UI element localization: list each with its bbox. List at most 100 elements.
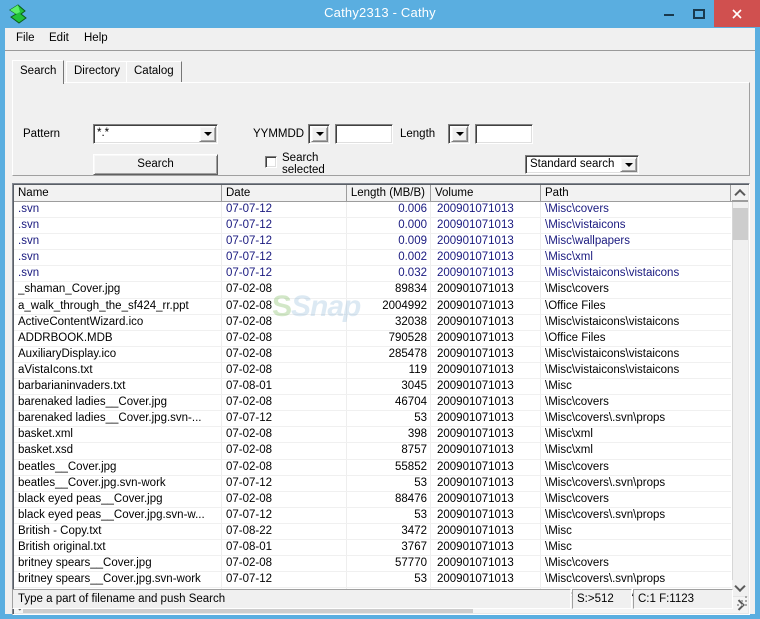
list-rows-container[interactable]: .svn07-07-120.006200901071013\Misc\cover… <box>14 202 731 598</box>
cell-path: \Office Files <box>545 300 731 312</box>
cell-length: 8757 <box>349 444 427 456</box>
column-header-volume[interactable]: Volume <box>431 185 541 201</box>
tab-search[interactable]: Search <box>12 60 64 84</box>
chevron-down-icon[interactable] <box>451 126 468 142</box>
close-button[interactable] <box>714 0 760 27</box>
tab-catalog[interactable]: Catalog <box>126 61 182 82</box>
table-row[interactable]: barenaked ladies__Cover.jpg07-02-0846704… <box>14 395 731 411</box>
table-row[interactable]: basket.xml07-02-08398200901071013\Misc\x… <box>14 427 731 443</box>
column-header-date[interactable]: Date <box>222 185 347 201</box>
table-row[interactable]: beatles__Cover.jpg07-02-0855852200901071… <box>14 460 731 476</box>
cell-length: 57770 <box>349 557 427 569</box>
cell-volume: 200901071013 <box>437 348 537 360</box>
window-client-area: File Edit Help Search Directory Catalog … <box>5 28 755 614</box>
table-row[interactable]: .svn07-07-120.000200901071013\Misc\vista… <box>14 218 731 234</box>
cell-length: 53 <box>349 509 427 521</box>
cell-path: \Misc\covers\.svn\props <box>545 477 731 489</box>
table-row[interactable]: barbarianinvaders.txt07-08-0130452009010… <box>14 379 731 395</box>
window-title: Cathy2313 - Cathy <box>0 5 760 20</box>
cell-volume: 200901071013 <box>437 557 537 569</box>
date-value-input[interactable] <box>335 124 393 144</box>
table-row[interactable]: British - Copy.txt07-08-2234722009010710… <box>14 524 731 540</box>
table-row[interactable]: ADDRBOOK.MDB07-02-08790528200901071013\O… <box>14 331 731 347</box>
cell-name: black eyed peas__Cover.jpg.svn-w... <box>18 509 214 521</box>
cell-volume: 200901071013 <box>437 525 537 537</box>
cell-volume: 200901071013 <box>437 541 537 553</box>
cell-path: \Misc\vistaicons\vistaicons <box>545 267 731 279</box>
cell-length: 3472 <box>349 525 427 537</box>
status-message: Type a part of filename and push Search <box>12 589 571 609</box>
cell-name: barbarianinvaders.txt <box>18 380 214 392</box>
resize-grip-icon[interactable] <box>734 589 750 609</box>
cathy-application-window: Cathy2313 - Cathy File Edit Help Search … <box>0 0 760 619</box>
chevron-down-icon[interactable] <box>199 126 216 142</box>
cell-name: .svn <box>18 203 214 215</box>
table-row[interactable]: black eyed peas__Cover.jpg.svn-w...07-07… <box>14 508 731 524</box>
vertical-scrollbar[interactable] <box>732 202 748 598</box>
cell-path: \Misc\covers <box>545 461 731 473</box>
length-value-input[interactable] <box>475 124 533 144</box>
table-row[interactable]: British original.txt07-08-01376720090107… <box>14 540 731 556</box>
cell-name: .svn <box>18 267 214 279</box>
cell-date: 07-02-08 <box>226 461 306 473</box>
table-row[interactable]: .svn07-07-120.002200901071013\Misc\xml <box>14 250 731 266</box>
cell-length: 53 <box>349 412 427 424</box>
status-counts: C:1 F:1123 <box>633 589 733 609</box>
cell-path: \Misc\vistaicons <box>545 219 731 231</box>
cell-length: 2004992 <box>349 300 427 312</box>
cell-name: barenaked ladies__Cover.jpg <box>18 396 214 408</box>
cell-date: 07-02-08 <box>226 444 306 456</box>
cell-length: 119 <box>349 364 427 376</box>
table-row[interactable]: a_walk_through_the_sf424_rr.ppt07-02-082… <box>14 299 731 315</box>
chevron-down-icon[interactable] <box>620 157 637 172</box>
cell-date: 07-07-12 <box>226 235 306 247</box>
chevron-down-icon[interactable] <box>311 126 328 142</box>
table-row[interactable]: .svn07-07-120.032200901071013\Misc\vista… <box>14 266 731 282</box>
cell-volume: 200901071013 <box>437 444 537 456</box>
vertical-scrollbar-thumb[interactable] <box>733 208 748 240</box>
table-row[interactable]: basket.xsd07-02-088757200901071013\Misc\… <box>14 443 731 459</box>
menu-item-file[interactable]: File <box>16 32 35 44</box>
cell-name: beatles__Cover.jpg.svn-work <box>18 477 214 489</box>
minimize-button[interactable] <box>654 0 684 27</box>
cell-volume: 200901071013 <box>437 509 537 521</box>
column-header-name[interactable]: Name <box>14 185 222 201</box>
menu-item-help[interactable]: Help <box>84 32 108 44</box>
search-selected-checkbox[interactable] <box>265 156 277 168</box>
status-selection: S:>512 <box>572 589 632 609</box>
table-row[interactable]: britney spears__Cover.jpg.svn-work07-07-… <box>14 572 731 588</box>
table-row[interactable]: aVistaIcons.txt07-02-08119200901071013\M… <box>14 363 731 379</box>
cell-date: 07-02-08 <box>226 332 306 344</box>
table-row[interactable]: barenaked ladies__Cover.jpg.svn-...07-07… <box>14 411 731 427</box>
maximize-button[interactable] <box>684 0 714 27</box>
column-header-path[interactable]: Path <box>541 185 731 201</box>
cell-name: _shaman_Cover.jpg <box>18 283 214 295</box>
column-header-length[interactable]: Length (MB/B) <box>347 185 431 201</box>
pattern-label: Pattern <box>23 128 60 140</box>
cell-name: britney spears__Cover.jpg <box>18 557 214 569</box>
cell-path: \Misc\xml <box>545 251 731 263</box>
table-row[interactable]: britney spears__Cover.jpg07-02-085777020… <box>14 556 731 572</box>
scroll-up-button[interactable] <box>732 185 748 201</box>
table-row[interactable]: _shaman_Cover.jpg07-02-08898342009010710… <box>14 282 731 298</box>
pattern-value: *.* <box>97 127 109 139</box>
menu-item-edit[interactable]: Edit <box>49 32 69 44</box>
cell-path: \Misc\covers\.svn\props <box>545 509 731 521</box>
cell-date: 07-02-08 <box>226 348 306 360</box>
tab-directory[interactable]: Directory <box>66 61 128 82</box>
cell-name: a_walk_through_the_sf424_rr.ppt <box>18 300 214 312</box>
table-row[interactable]: ActiveContentWizard.ico07-02-08320382009… <box>14 315 731 331</box>
table-row[interactable]: black eyed peas__Cover.jpg07-02-08884762… <box>14 492 731 508</box>
search-button[interactable]: Search <box>93 154 218 175</box>
table-row[interactable]: .svn07-07-120.009200901071013\Misc\wallp… <box>14 234 731 250</box>
cell-path: \Misc\covers <box>545 493 731 505</box>
cell-name: .svn <box>18 251 214 263</box>
table-row[interactable]: beatles__Cover.jpg.svn-work07-07-1253200… <box>14 476 731 492</box>
table-row[interactable]: AuxiliaryDisplay.ico07-02-08285478200901… <box>14 347 731 363</box>
cell-name: beatles__Cover.jpg <box>18 461 214 473</box>
table-row[interactable]: .svn07-07-120.006200901071013\Misc\cover… <box>14 202 731 218</box>
cell-name: AuxiliaryDisplay.ico <box>18 348 214 360</box>
cell-path: \Misc\covers <box>545 203 731 215</box>
yymmdd-label: YYMMDD <box>253 128 304 140</box>
cell-volume: 200901071013 <box>437 396 537 408</box>
